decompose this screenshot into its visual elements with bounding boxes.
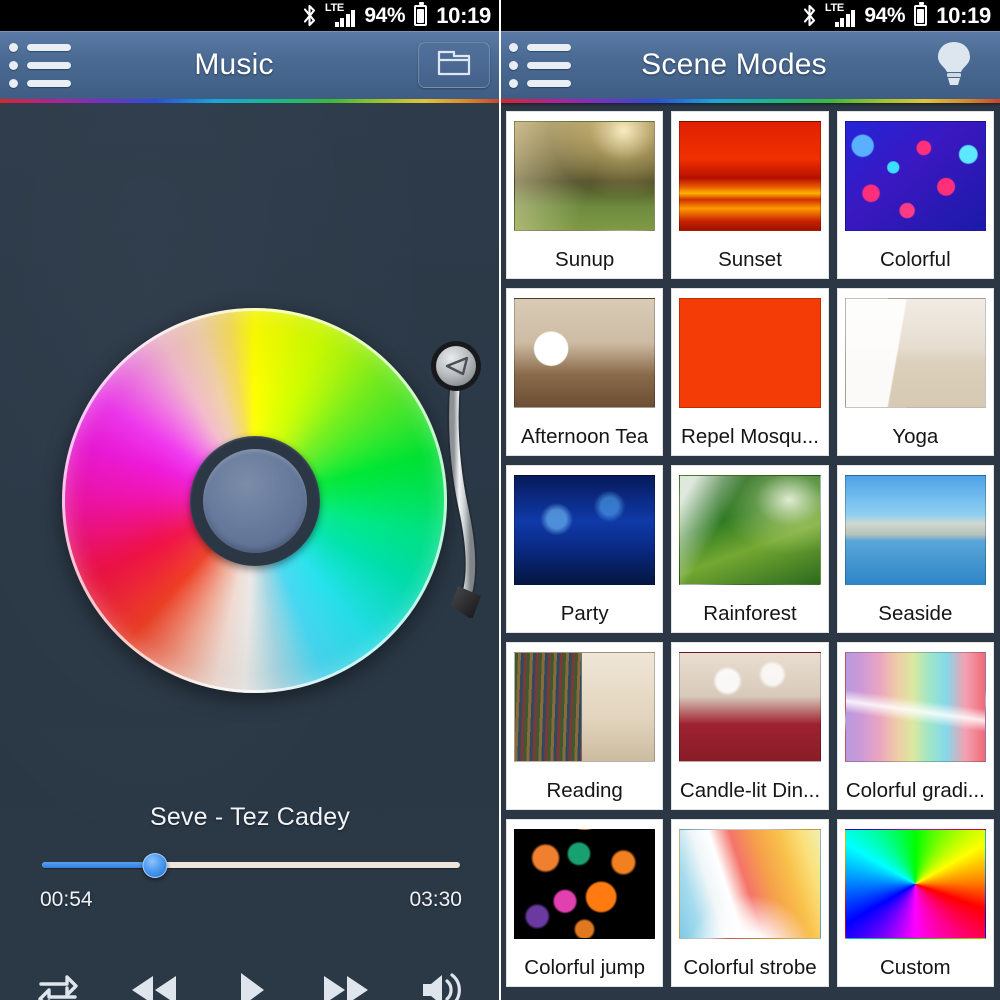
playback-controls [26,964,474,1000]
status-bar-right: LTE 94% 10:19 [500,0,1000,31]
scene-card[interactable]: Party [506,465,664,633]
shuffle-icon [37,972,79,1000]
clock-label: 10:19 [936,2,991,28]
scene-label: Reading [546,779,623,803]
scene-thumbnail [844,475,986,585]
battery-icon [914,2,928,26]
page-title: Music [194,48,274,81]
scene-thumbnail [514,475,656,585]
seek-fill [42,862,155,868]
scene-thumbnail [679,829,821,939]
scene-thumbnail [844,121,986,231]
scene-mode-grid: Sunup Sunset Colorful Afternoon Tea Repel Mo… [500,103,1000,987]
scene-card[interactable]: Custom [836,819,994,987]
next-button[interactable] [314,964,378,1000]
scene-card[interactable]: Sunset [671,111,829,279]
network-type-label: LTE [324,1,344,14]
fast-forward-icon [318,970,374,1000]
scene-card[interactable]: Colorful gradi... [836,642,994,810]
bluetooth-icon [801,4,818,27]
scene-thumbnail [844,298,986,408]
shuffle-repeat-button[interactable] [26,964,90,1000]
music-app-header: Music [0,31,500,99]
header-actions-left [408,31,500,99]
scene-thumbnail [844,829,986,939]
player-body: Seve - Tez Cadey 00:54 03:30 [0,103,500,1000]
dual-screenshot: LTE 94% 10:19 Music Seve - Tez Cadey 00:… [0,0,1000,1000]
scene-app-header: Scene Modes [500,31,1000,99]
scene-label: Colorful [880,248,951,272]
play-button[interactable] [218,964,282,1000]
scene-card[interactable]: Seaside [836,465,994,633]
disc-hub[interactable] [202,448,307,553]
folder-icon [437,49,471,82]
scene-label: Colorful gradi... [845,779,985,803]
battery-percent-label: 94% [864,4,906,27]
scene-label: Sunup [555,248,615,272]
scene-label: Sunset [718,248,782,272]
scene-label: Afternoon Tea [521,425,649,449]
duration-label: 03:30 [409,888,462,911]
rewind-icon [126,970,182,1000]
page-title: Scene Modes [641,48,827,81]
volume-icon [418,969,466,1000]
scene-thumbnail [514,829,656,939]
scene-card[interactable]: Rainforest [671,465,829,633]
scene-thumbnail [679,121,821,231]
scene-card[interactable]: Yoga [836,288,994,456]
volume-button[interactable] [410,964,474,1000]
track-title: Seve - Tez Cadey [149,803,351,831]
scene-modes-screen: LTE 94% 10:19 Scene Modes Sunup Sunset C… [500,0,1000,1000]
scene-label: Rainforest [703,602,797,626]
scene-label: Colorful jump [524,956,646,980]
scene-thumbnail [514,298,656,408]
bluetooth-icon [301,4,318,27]
panel-divider [499,0,501,1000]
lightbulb-icon[interactable] [934,38,974,93]
seek-bar[interactable] [42,853,460,878]
scene-card[interactable]: Sunup [506,111,664,279]
scene-card[interactable]: Candle-lit Din... [671,642,829,810]
header-actions-right [908,31,1000,99]
tonearm-icon[interactable] [415,328,500,620]
color-wheel-disc[interactable] [62,308,447,693]
battery-percent-label: 94% [364,4,406,27]
scene-label: Seaside [878,602,953,626]
signal-bars-icon: LTE [324,1,356,27]
clock-label: 10:19 [436,2,491,28]
scene-thumbnail [679,298,821,408]
scene-card[interactable]: Colorful strobe [671,819,829,987]
scene-card[interactable]: Repel Mosqu... [671,288,829,456]
scene-thumbnail [679,475,821,585]
time-labels: 00:54 03:30 [40,888,462,912]
turntable [0,103,500,723]
scene-card[interactable]: Afternoon Tea [506,288,664,456]
scene-label: Colorful strobe [683,956,817,980]
play-icon [229,968,271,1000]
scene-thumbnail [844,652,986,762]
network-type-label: LTE [824,1,844,14]
scene-label: Custom [880,956,951,980]
scene-label: Party [560,602,609,626]
scene-label: Repel Mosqu... [681,425,819,449]
scene-label: Candle-lit Din... [679,779,821,803]
status-bar-left: LTE 94% 10:19 [0,0,500,31]
battery-icon [414,2,428,26]
now-playing: Seve - Tez Cadey 00:54 03:30 [0,803,500,1000]
previous-button[interactable] [122,964,186,1000]
music-player-screen: LTE 94% 10:19 Music Seve - Tez Cadey 00:… [0,0,500,1000]
scene-card[interactable]: Reading [506,642,664,810]
folder-button[interactable] [418,42,490,88]
signal-bars-icon: LTE [824,1,856,27]
seek-thumb[interactable] [142,853,168,878]
scene-thumbnail [679,652,821,762]
scene-card[interactable]: Colorful [836,111,994,279]
scene-thumbnail [514,121,656,231]
elapsed-time-label: 00:54 [40,888,93,911]
scene-card[interactable]: Colorful jump [506,819,664,987]
scene-thumbnail [514,652,656,762]
scene-label: Yoga [892,425,939,449]
